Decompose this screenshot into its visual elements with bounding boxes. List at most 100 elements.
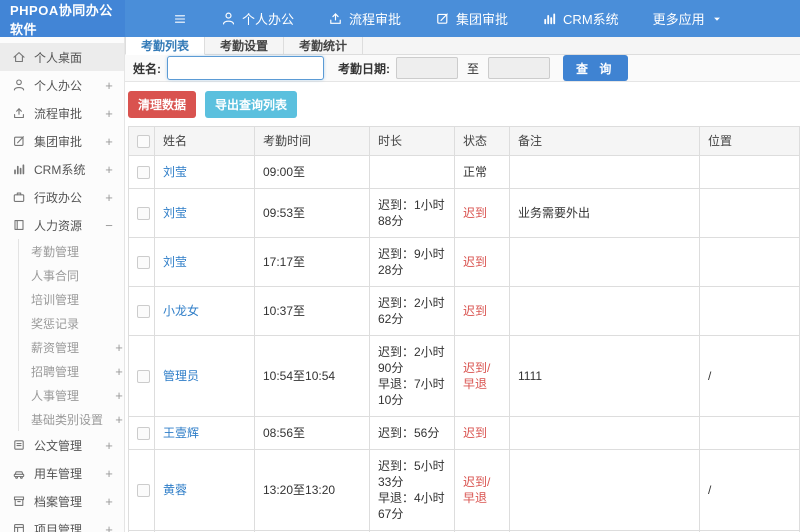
attendance-time: 10:37至	[254, 286, 370, 336]
export-list-button[interactable]: 导出查询列表	[205, 91, 298, 118]
sidebar-subitem-5[interactable]: 薪资管理 +	[19, 335, 124, 359]
select-all-checkbox[interactable]	[137, 134, 150, 148]
sidebar-subitem-label: 奖惩记录	[31, 316, 80, 331]
employee-name-link[interactable]: 小龙女	[163, 304, 199, 318]
sidebar-item-10[interactable]: 档案管理 +	[0, 487, 124, 515]
column-header-6: 位置	[699, 126, 800, 156]
employee-name-link[interactable]: 刘莹	[163, 255, 187, 269]
briefcase-icon	[12, 190, 26, 204]
table-row: 刘莹 09:53至 迟到：1小时88分 迟到 业务需要外出	[128, 188, 800, 238]
caret-down-icon	[711, 13, 723, 25]
attendance-time: 08:56至	[254, 416, 370, 450]
sidebar-item-label: 集团审批	[34, 134, 83, 149]
sidebar-item-4[interactable]: 集团审批 +	[0, 127, 124, 155]
expand-plus-icon[interactable]: +	[104, 162, 114, 177]
date-label: 考勤日期:	[338, 61, 390, 76]
employee-name-link[interactable]: 管理员	[163, 369, 199, 383]
sidebar-subitem-2[interactable]: 人事合同	[19, 263, 124, 287]
row-checkbox[interactable]	[137, 483, 150, 497]
status-text: 迟到	[454, 416, 510, 450]
search-button[interactable]: 查 询	[563, 55, 629, 81]
edit-icon	[12, 134, 26, 148]
expand-plus-icon[interactable]: +	[114, 364, 124, 379]
column-header-4: 状态	[454, 126, 510, 156]
row-checkbox[interactable]	[137, 255, 150, 269]
sidebar-subitem-label: 培训管理	[31, 292, 80, 307]
expand-plus-icon[interactable]: +	[104, 466, 114, 481]
sidebar-subitem-1[interactable]: 考勤管理	[19, 239, 124, 263]
menu-icon[interactable]	[173, 12, 187, 26]
sidebar-item-label: 流程审批	[34, 106, 83, 121]
expand-plus-icon[interactable]: +	[114, 340, 124, 355]
attendance-time: 09:53至	[254, 188, 370, 238]
duration-text: 迟到：1小时88分	[369, 188, 455, 238]
sidebar-subitem-7[interactable]: 人事管理 +	[19, 383, 124, 407]
row-checkbox[interactable]	[137, 426, 150, 440]
expand-plus-icon[interactable]: +	[104, 134, 114, 149]
sidebar-item-label: 人力资源	[34, 218, 83, 233]
topnav-item-5[interactable]: 更多应用	[653, 9, 723, 28]
sidebar-item-label: 公文管理	[34, 438, 83, 453]
column-header-3: 时长	[369, 126, 455, 156]
status-text: 迟到	[454, 237, 510, 287]
collapse-minus-icon[interactable]: −	[104, 218, 114, 233]
employee-name-link[interactable]: 刘莹	[163, 206, 187, 220]
sidebar-item-7[interactable]: 人力资源 −	[0, 211, 124, 239]
clean-data-button[interactable]: 清理数据	[128, 91, 197, 118]
sidebar-item-11[interactable]: 项目管理 +	[0, 515, 124, 532]
column-header-2: 考勤时间	[254, 126, 370, 156]
sidebar-subitem-4[interactable]: 奖惩记录	[19, 311, 124, 335]
date-to-input[interactable]	[488, 57, 551, 79]
sidebar-item-6[interactable]: 行政办公 +	[0, 183, 124, 211]
sidebar-item-label: 项目管理	[34, 522, 83, 532]
topnav-item-label: 个人办公	[242, 12, 295, 27]
expand-plus-icon[interactable]: +	[104, 78, 114, 93]
remark-text	[509, 237, 700, 287]
duration-text: 迟到：9小时28分	[369, 237, 455, 287]
tab-3[interactable]: 考勤统计	[284, 37, 364, 54]
sidebar-subitem-label: 考勤管理	[31, 244, 80, 259]
name-label: 姓名:	[133, 61, 161, 76]
sidebar-item-label: 用车管理	[34, 466, 83, 481]
expand-plus-icon[interactable]: +	[104, 494, 114, 509]
sidebar-item-1[interactable]: 个人桌面	[0, 43, 124, 71]
sidebar-item-9[interactable]: 用车管理 +	[0, 459, 124, 487]
sidebar-subitem-6[interactable]: 招聘管理 +	[19, 359, 124, 383]
flow-icon	[12, 106, 26, 120]
sidebar-item-3[interactable]: 流程审批 +	[0, 99, 124, 127]
sidebar-item-5[interactable]: CRM系统 +	[0, 155, 124, 183]
to-label: 至	[467, 61, 480, 76]
tab-2[interactable]: 考勤设置	[205, 37, 285, 54]
expand-plus-icon[interactable]: +	[104, 190, 114, 205]
topnav-item-4[interactable]: CRM系统	[542, 9, 619, 28]
attendance-time: 13:20至13:20	[254, 449, 370, 531]
sidebar-subitem-8[interactable]: 基础类别设置 +	[19, 407, 124, 431]
row-checkbox[interactable]	[137, 206, 150, 220]
expand-plus-icon[interactable]: +	[104, 106, 114, 121]
user-icon	[12, 78, 26, 92]
name-input[interactable]	[167, 56, 324, 80]
expand-plus-icon[interactable]: +	[104, 438, 114, 453]
employee-name-link[interactable]: 王壹辉	[163, 426, 199, 440]
column-header-1: 姓名	[154, 126, 255, 156]
expand-plus-icon[interactable]: +	[114, 388, 124, 403]
sidebar-item-8[interactable]: 公文管理 +	[0, 431, 124, 459]
topnav-item-3[interactable]: 集团审批	[435, 9, 508, 28]
sidebar-subitem-3[interactable]: 培训管理	[19, 287, 124, 311]
remark-text	[509, 286, 700, 336]
expand-plus-icon[interactable]: +	[114, 412, 124, 427]
row-checkbox[interactable]	[137, 304, 150, 318]
topnav-item-2[interactable]: 流程审批	[328, 9, 401, 28]
employee-name-link[interactable]: 黄蓉	[163, 483, 187, 497]
sidebar-item-2[interactable]: 个人办公 +	[0, 71, 124, 99]
row-checkbox[interactable]	[137, 165, 150, 179]
employee-name-link[interactable]: 刘莹	[163, 165, 187, 179]
topnav-item-1[interactable]: 个人办公	[221, 9, 294, 28]
chart-icon	[12, 162, 26, 176]
sidebar-subitem-label: 人事管理	[31, 388, 80, 403]
expand-plus-icon[interactable]: +	[104, 522, 114, 532]
date-from-input[interactable]	[396, 57, 458, 79]
row-checkbox[interactable]	[137, 369, 150, 383]
duration-text: 迟到：2小时62分	[369, 286, 455, 336]
tab-1[interactable]: 考勤列表	[125, 37, 206, 55]
